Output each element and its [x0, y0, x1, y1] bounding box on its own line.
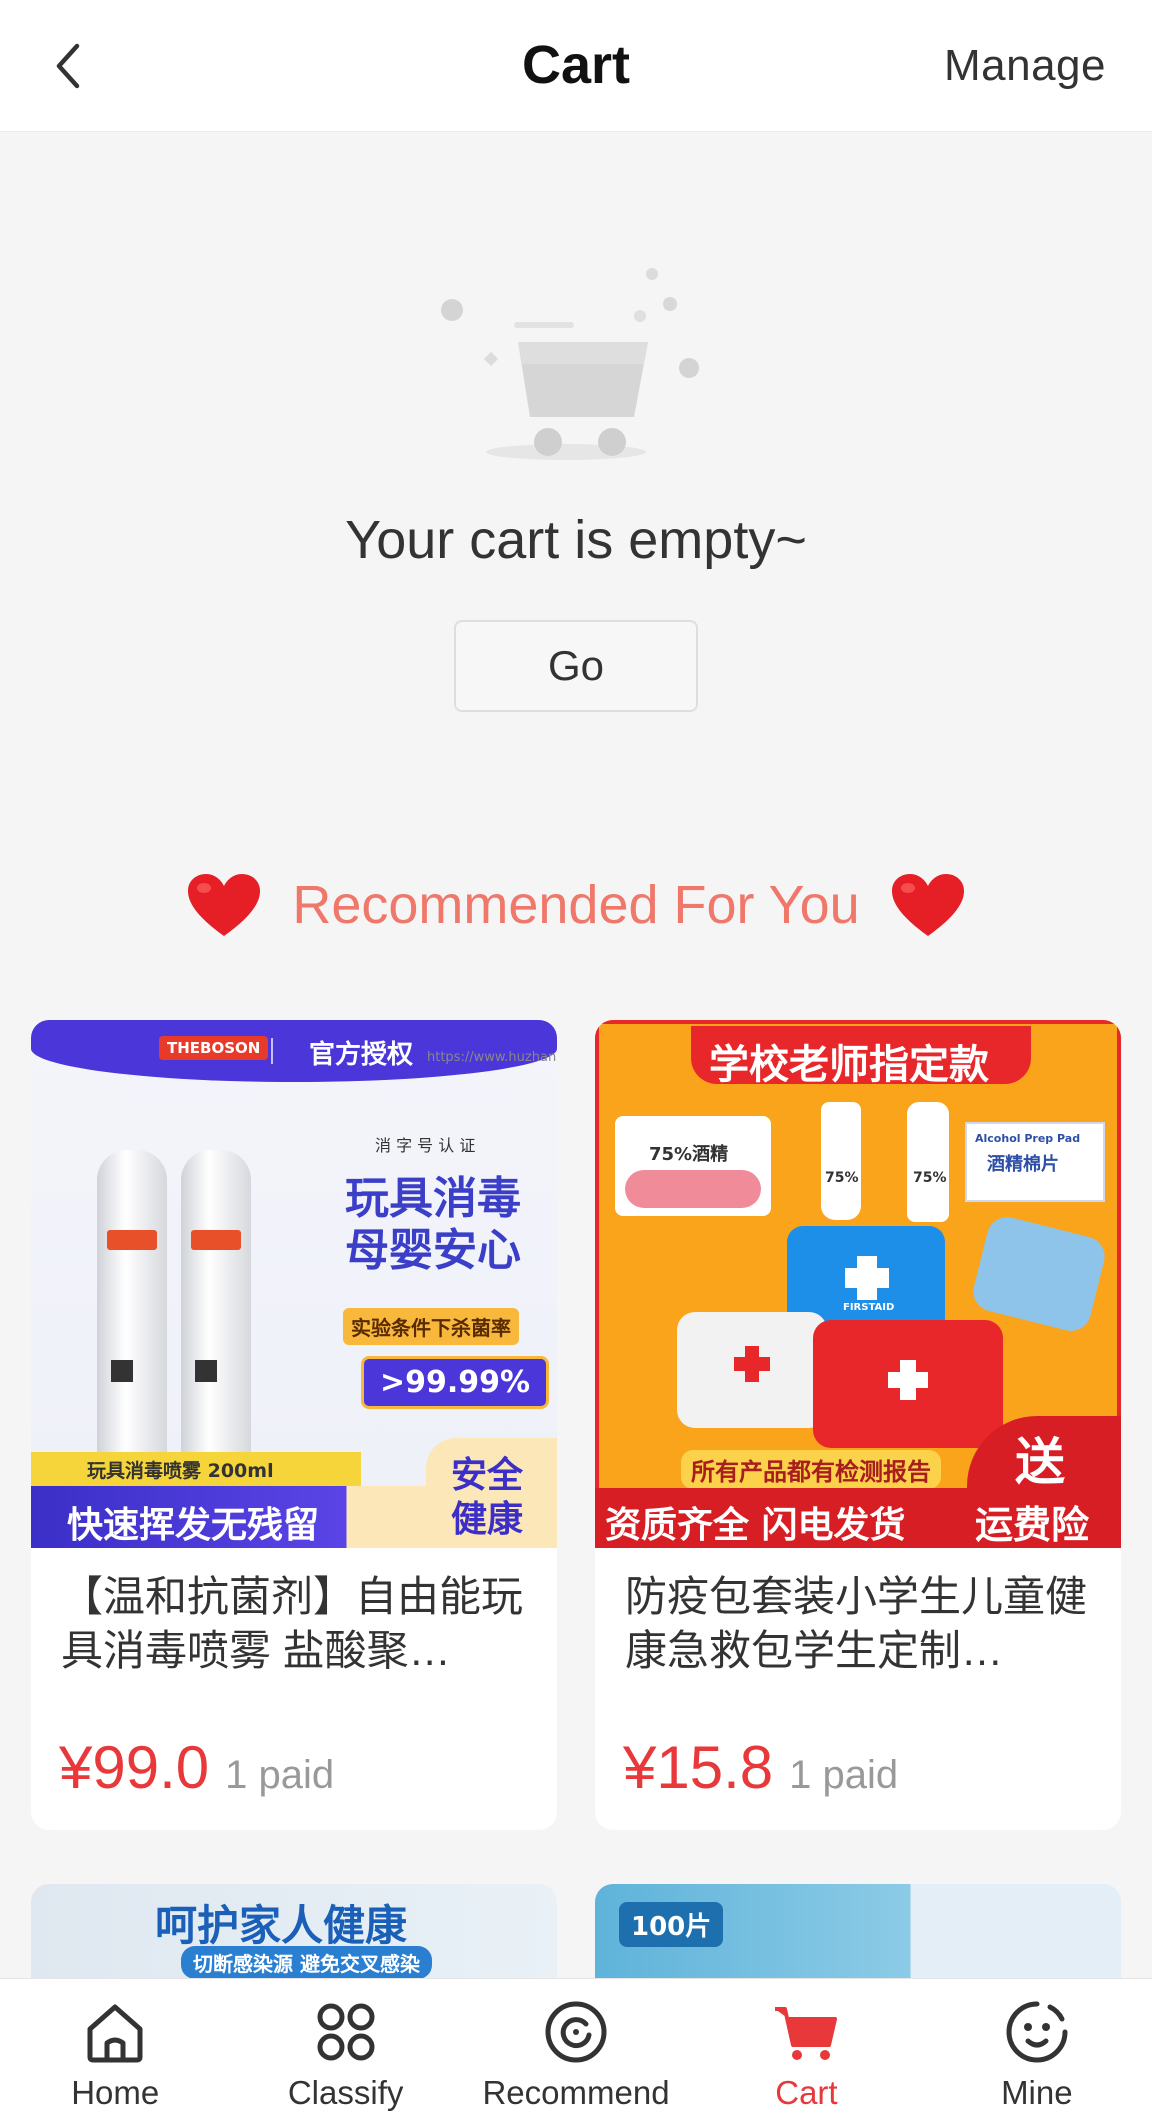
- nav-cart[interactable]: Cart: [691, 1979, 921, 2117]
- mine-icon: [1006, 2001, 1068, 2063]
- go-button[interactable]: Go: [454, 620, 698, 712]
- recommend-title: Recommended For You: [292, 875, 860, 935]
- nav-label: Home: [71, 2074, 160, 2111]
- nav-label: Recommend: [482, 2074, 670, 2111]
- paid-count: 1 paid: [789, 1753, 899, 1797]
- product-card[interactable]: THEBOSON 官方授权 https://www.huzhan.com/ish…: [31, 1020, 557, 1830]
- cart-page: Cart Manage Your cart is empty~ Go Recom…: [0, 0, 1152, 2117]
- price-row: ¥99.0 1 paid: [59, 1728, 334, 1808]
- nav-home[interactable]: Home: [0, 1979, 230, 2117]
- manage-button[interactable]: Manage: [944, 36, 1106, 96]
- product-title: 防疫包套装小学生儿童健康急救包学生定制…: [625, 1573, 1088, 1674]
- heart-icon: [188, 874, 261, 936]
- nav-label: Classify: [287, 2074, 404, 2111]
- product-title: 【温和抗菌剂】自由能玩具消毒喷雾 盐酸聚…: [61, 1573, 524, 1674]
- brand-logo: THEBOSON: [159, 1036, 269, 1060]
- nav-recommend[interactable]: Recommend: [461, 1979, 691, 2117]
- nav-label: Mine: [1001, 2074, 1073, 2111]
- top-bar: Cart Manage: [0, 0, 1152, 132]
- product-price: ¥99.0: [59, 1734, 210, 1801]
- classify-icon: [317, 2003, 375, 2061]
- cart-icon: [775, 2007, 838, 2060]
- home-icon: [87, 2004, 143, 2063]
- nav-classify[interactable]: Classify: [230, 1979, 460, 2117]
- empty-cart-icon: [441, 268, 699, 460]
- empty-cart-message: Your cart is empty~: [345, 510, 807, 570]
- paid-count: 1 paid: [225, 1753, 335, 1797]
- price-row: ¥15.8 1 paid: [623, 1728, 898, 1808]
- nav-mine[interactable]: Mine: [922, 1979, 1152, 2117]
- product-image: THEBOSON 官方授权 https://www.huzhan.com/ish…: [31, 1020, 557, 1548]
- recommend-header: Recommended For You: [0, 860, 1152, 950]
- product-card[interactable]: 学校老师指定款 75%酒精 75% 75% Alcohol Prep Pad 酒…: [595, 1020, 1121, 1830]
- nav-label: Cart: [775, 2074, 838, 2111]
- heart-icon: [891, 874, 964, 936]
- product-price: ¥15.8: [623, 1734, 774, 1801]
- bottom-nav: Home Classify Recommend Cart Mine: [0, 1978, 1152, 2117]
- product-image: 学校老师指定款 75%酒精 75% 75% Alcohol Prep Pad 酒…: [595, 1020, 1121, 1548]
- recommend-icon: [545, 2001, 607, 2063]
